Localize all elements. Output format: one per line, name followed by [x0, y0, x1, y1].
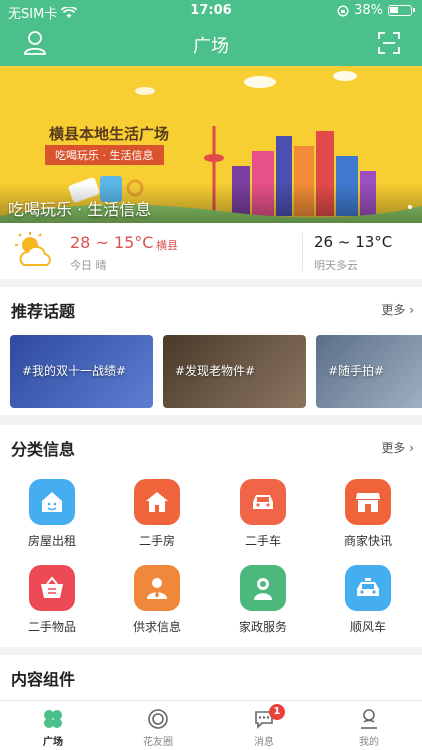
bottom-tab-bar: 广场 花友圈 消息 1 我的: [0, 700, 422, 750]
person-suit-icon: [134, 565, 180, 611]
category-label: 家政服务: [238, 620, 287, 634]
section-title: 内容组件: [11, 670, 76, 689]
basket-icon: [29, 565, 75, 611]
tab-label: 消息: [254, 737, 274, 748]
category-label: 二手房: [138, 534, 175, 548]
topic-card[interactable]: #我的双十一战绩#: [10, 335, 153, 408]
category-house-rent[interactable]: 房屋出租: [17, 479, 87, 549]
category-label: 二手物品: [27, 620, 76, 634]
category-label: 商家快讯: [343, 534, 392, 548]
categories-more-link[interactable]: 更多 ›: [381, 439, 414, 456]
category-carpool[interactable]: 顺风车: [333, 565, 403, 635]
topics-section: 推荐话题 更多 › #我的双十一战绩# #发现老物件# #随手拍#: [0, 287, 422, 415]
topic-label: #我的双十一战绩#: [22, 364, 127, 378]
tab-square[interactable]: 广场: [23, 708, 83, 748]
tab-label: 我的: [359, 737, 379, 748]
category-label: 二手车: [244, 534, 281, 548]
orientation-lock-icon: [337, 4, 349, 17]
topic-card[interactable]: #随手拍#: [316, 335, 422, 408]
category-label: 房屋出租: [27, 534, 76, 548]
section-title: 分类信息: [11, 440, 76, 459]
taxi-icon: [345, 565, 391, 611]
category-used-goods[interactable]: 二手物品: [17, 565, 87, 635]
category-supply-demand[interactable]: 供求信息: [122, 565, 192, 635]
tab-mine[interactable]: 我的: [339, 708, 399, 748]
top-header: 无SIM卡 17:06 38% 广场: [0, 0, 422, 66]
today-temperature: 28 ~ 15°C: [70, 233, 154, 252]
housekeeper-icon: [240, 565, 286, 611]
house-rent-icon: [29, 479, 75, 525]
banner-carousel[interactable]: 横县本地生活广场 吃喝玩乐 · 生活信息 吃喝玩乐 · 生活信息: [0, 66, 422, 223]
status-bar: 无SIM卡 17:06 38%: [0, 0, 422, 22]
category-merchant-news[interactable]: 商家快讯: [333, 479, 403, 549]
weather-location: 横县: [156, 239, 178, 252]
profile-icon: [361, 709, 377, 729]
second-house-icon: [134, 479, 180, 525]
nav-bar: 广场: [0, 22, 422, 66]
category-housekeeping[interactable]: 家政服务: [228, 565, 298, 635]
category-label: 供求信息: [132, 620, 181, 634]
categories-section: 分类信息 更多 › 房屋出租 二手房 二手车 商家快讯 二手物品 供求信息 家政…: [0, 425, 422, 647]
topic-card[interactable]: #发现老物件#: [163, 335, 306, 408]
tab-label: 花友圈: [143, 737, 173, 748]
shop-icon: [345, 479, 391, 525]
scan-icon[interactable]: [378, 32, 400, 54]
battery-icon: [388, 5, 415, 16]
page-title: 广场: [193, 36, 229, 57]
banner-title: 横县本地生活广场: [49, 125, 170, 143]
car-icon: [240, 479, 286, 525]
topic-label: #发现老物件#: [175, 364, 256, 378]
tab-label: 广场: [43, 737, 63, 748]
category-label: 顺风车: [349, 620, 386, 634]
battery-percent: 38%: [354, 3, 383, 18]
banner-subtitle: 吃喝玩乐 · 生活信息: [45, 145, 164, 165]
tomorrow-temperature: 26 ~ 13°C: [314, 233, 393, 251]
banner-caption: 吃喝玩乐 · 生活信息: [8, 200, 152, 219]
circle-icon: [148, 709, 168, 729]
topics-more-link[interactable]: 更多 ›: [381, 301, 414, 318]
partly-cloudy-icon: [15, 232, 51, 266]
components-section: 内容组件: [0, 655, 422, 700]
today-description: 今日 晴: [70, 259, 107, 272]
section-title: 推荐话题: [11, 302, 76, 321]
carousel-indicator: [408, 205, 412, 209]
clover-icon: [44, 710, 62, 728]
tomorrow-description: 明天多云: [314, 259, 358, 272]
tab-messages[interactable]: 消息 1: [234, 704, 294, 748]
category-second-house[interactable]: 二手房: [122, 479, 192, 549]
category-used-car[interactable]: 二手车: [228, 479, 298, 549]
weather-card[interactable]: 28 ~ 15°C 横县 今日 晴 26 ~ 13°C 明天多云: [0, 223, 422, 279]
unread-badge: 1: [269, 704, 285, 720]
topic-label: #随手拍#: [328, 364, 385, 378]
tab-flower-circle[interactable]: 花友圈: [128, 708, 188, 748]
